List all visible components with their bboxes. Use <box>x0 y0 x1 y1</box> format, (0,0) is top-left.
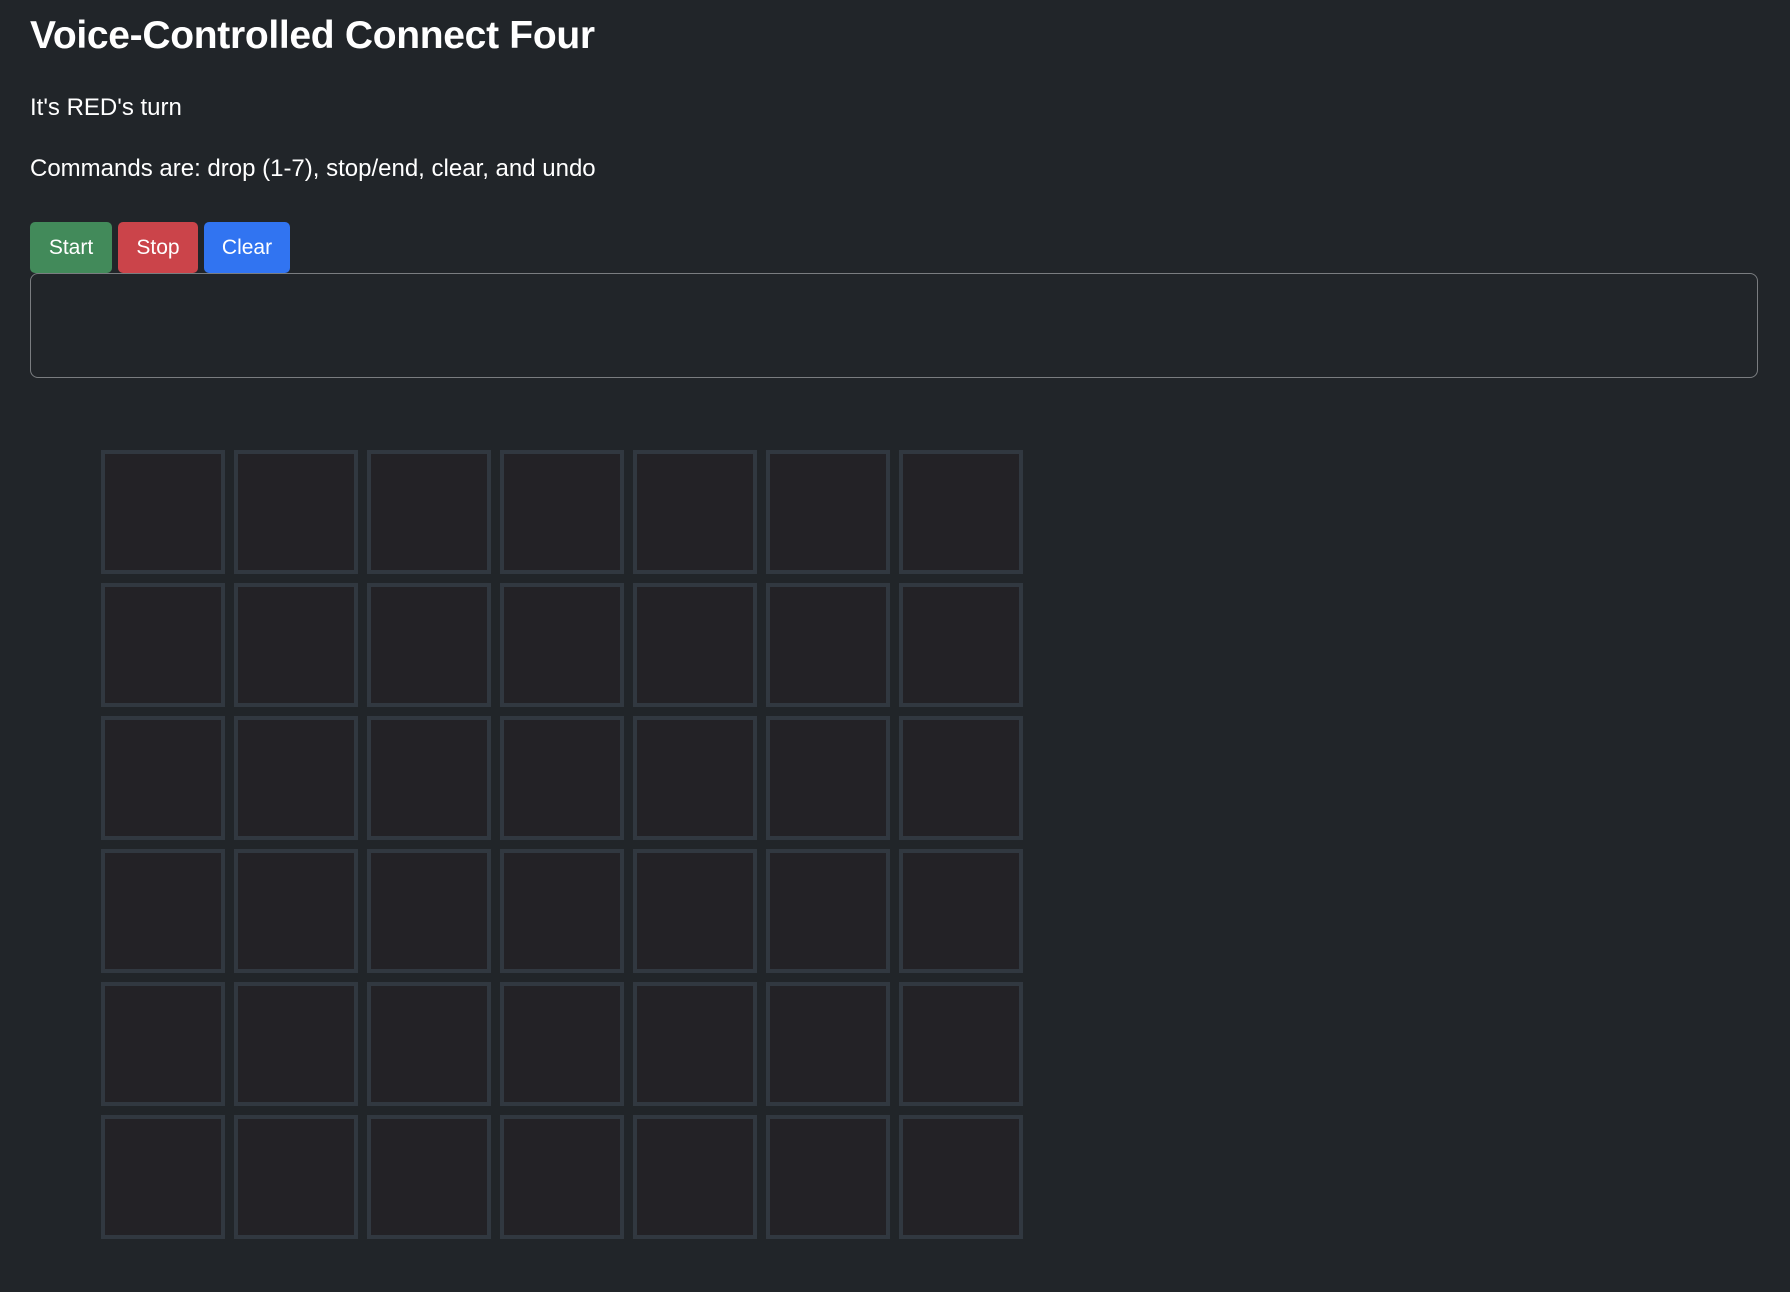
board-cell[interactable] <box>367 583 491 707</box>
board-cell[interactable] <box>899 849 1023 973</box>
board-cell[interactable] <box>500 1115 624 1239</box>
board-cell[interactable] <box>633 1115 757 1239</box>
board-cell[interactable] <box>899 1115 1023 1239</box>
board-cell[interactable] <box>500 583 624 707</box>
board-cell[interactable] <box>633 716 757 840</box>
board-cell[interactable] <box>234 1115 358 1239</box>
board-cell[interactable] <box>367 716 491 840</box>
turn-indicator: It's RED's turn <box>30 94 182 121</box>
board-cell[interactable] <box>766 849 890 973</box>
board-cell[interactable] <box>633 982 757 1106</box>
page-title: Voice-Controlled Connect Four <box>30 14 595 57</box>
board-cell[interactable] <box>766 450 890 574</box>
board-cell[interactable] <box>500 849 624 973</box>
board-cell[interactable] <box>766 583 890 707</box>
board-cell[interactable] <box>899 450 1023 574</box>
board-cell[interactable] <box>234 583 358 707</box>
control-buttons: Start Stop Clear <box>30 222 290 273</box>
clear-button[interactable]: Clear <box>204 222 290 273</box>
board-cell[interactable] <box>633 849 757 973</box>
board-cell[interactable] <box>101 849 225 973</box>
board-cell[interactable] <box>101 450 225 574</box>
board-cell[interactable] <box>500 982 624 1106</box>
board-cell[interactable] <box>101 982 225 1106</box>
board-cell[interactable] <box>234 450 358 574</box>
board-cell[interactable] <box>367 849 491 973</box>
game-board <box>101 450 1023 1239</box>
board-cell[interactable] <box>367 450 491 574</box>
board-cell[interactable] <box>101 583 225 707</box>
board-cell[interactable] <box>766 982 890 1106</box>
transcript-textarea[interactable] <box>30 273 1758 378</box>
commands-help: Commands are: drop (1-7), stop/end, clea… <box>30 155 596 182</box>
board-cell[interactable] <box>101 716 225 840</box>
board-cell[interactable] <box>899 583 1023 707</box>
board-cell[interactable] <box>234 982 358 1106</box>
board-cell[interactable] <box>367 1115 491 1239</box>
board-cell[interactable] <box>899 716 1023 840</box>
board-cell[interactable] <box>234 716 358 840</box>
board-cell[interactable] <box>633 583 757 707</box>
board-cell[interactable] <box>101 1115 225 1239</box>
board-cell[interactable] <box>766 716 890 840</box>
board-cell[interactable] <box>234 849 358 973</box>
board-cell[interactable] <box>633 450 757 574</box>
board-cell[interactable] <box>899 982 1023 1106</box>
board-cell[interactable] <box>500 716 624 840</box>
board-cell[interactable] <box>500 450 624 574</box>
stop-button[interactable]: Stop <box>118 222 198 273</box>
board-cell[interactable] <box>367 982 491 1106</box>
start-button[interactable]: Start <box>30 222 112 273</box>
board-cell[interactable] <box>766 1115 890 1239</box>
